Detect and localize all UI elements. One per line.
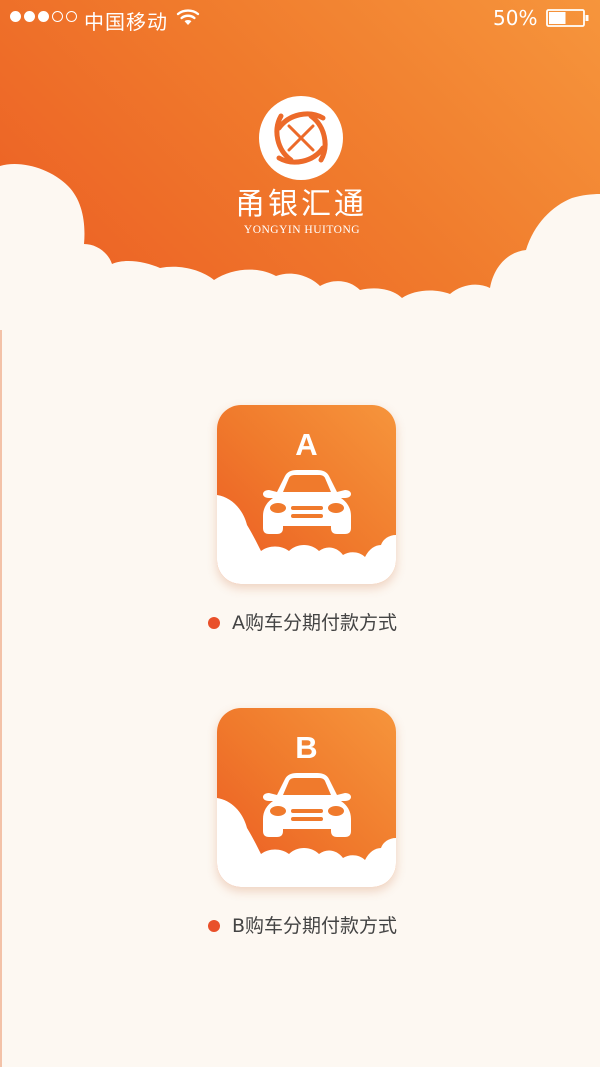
status-bar: 中国移动 50% <box>0 0 600 36</box>
signal-dots-icon <box>10 11 77 22</box>
option-a-label-button[interactable]: A购车分期付款方式 <box>208 610 397 636</box>
brand-name-english: YONGYIN HUITONG <box>243 224 361 236</box>
bullet-dot <box>208 617 220 629</box>
option-b-label: B购车分期付款方式 <box>232 915 398 937</box>
carrier-name: 中国移动 <box>84 10 168 34</box>
option-a-icon-button[interactable]: A <box>217 405 396 584</box>
option-a-label: A购车分期付款方式 <box>232 612 397 634</box>
option-b-letter: B <box>295 730 318 765</box>
header-cloud-decoration <box>0 164 600 360</box>
bullet-dot <box>208 920 220 932</box>
car-icon <box>263 470 351 534</box>
left-edge-line <box>0 330 2 1067</box>
option-b-label-button[interactable]: B购车分期付款方式 <box>208 913 397 939</box>
brand-logo-icon <box>259 96 343 180</box>
battery-percentage: 50% <box>493 6 538 30</box>
app-screen: 中国移动 50% 甬银汇通 YONGYIN HUITONG A A购车分期付款方… <box>0 0 600 1067</box>
car-icon <box>263 773 351 837</box>
wifi-icon <box>176 9 200 25</box>
option-b-icon-button[interactable]: B <box>217 708 396 887</box>
brand-name-chinese: 甬银汇通 <box>235 187 367 222</box>
option-a-letter: A <box>295 427 318 462</box>
battery-icon <box>546 9 589 27</box>
